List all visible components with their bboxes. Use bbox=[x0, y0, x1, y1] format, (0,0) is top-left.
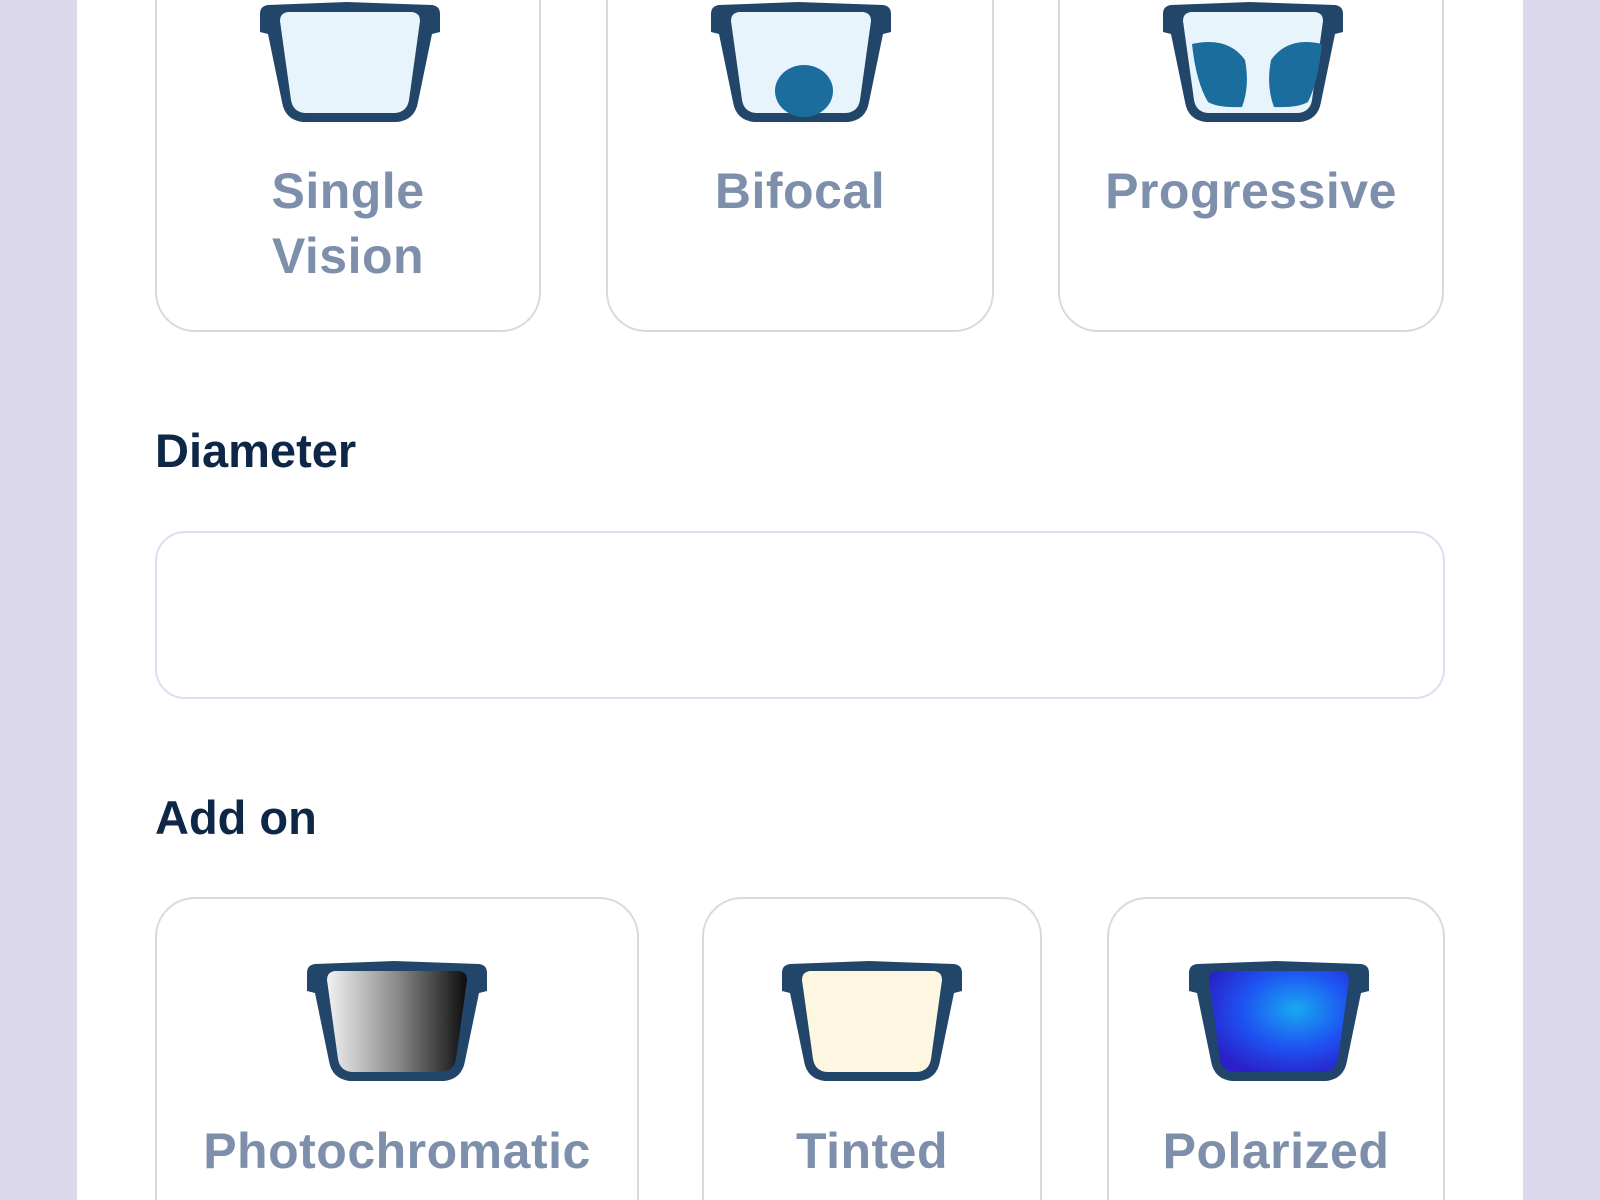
add-on-card-tinted[interactable]: Tinted bbox=[702, 897, 1042, 1200]
tinted-glasses-icon bbox=[782, 961, 962, 1081]
add-on-heading: Add on bbox=[155, 791, 317, 844]
lens-type-label-line2: Vision bbox=[271, 228, 425, 284]
progressive-glasses-icon bbox=[1163, 2, 1343, 122]
add-on-card-polarized[interactable]: Polarized bbox=[1107, 897, 1445, 1200]
diameter-input[interactable] bbox=[155, 531, 1445, 699]
diameter-heading: Diameter bbox=[155, 424, 357, 477]
add-on-label: Photochromatic bbox=[203, 1123, 591, 1179]
lens-type-card-bifocal[interactable]: Bifocal bbox=[606, 0, 994, 332]
add-on-label: Tinted bbox=[795, 1123, 949, 1179]
add-on-card-photochromatic[interactable]: Photochromatic bbox=[155, 897, 639, 1200]
bifocal-glasses-icon bbox=[711, 2, 891, 122]
lens-type-label-line1: Single bbox=[271, 163, 425, 219]
add-on-label: Polarized bbox=[1162, 1123, 1390, 1179]
lens-type-card-single-vision[interactable]: Single Vision bbox=[155, 0, 541, 332]
single-vision-glasses-icon bbox=[260, 2, 440, 122]
lens-type-label: Progressive bbox=[1105, 163, 1397, 219]
lens-type-label: Bifocal bbox=[714, 163, 886, 219]
polarized-glasses-icon bbox=[1189, 961, 1369, 1081]
lens-type-card-progressive[interactable]: Progressive bbox=[1058, 0, 1444, 332]
photochromatic-glasses-icon bbox=[307, 961, 487, 1081]
